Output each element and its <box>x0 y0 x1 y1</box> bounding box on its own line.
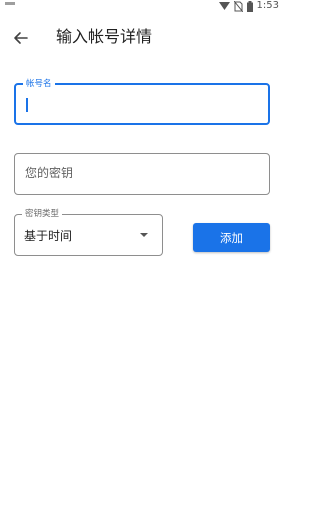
add-button[interactable]: 添加 <box>193 223 270 252</box>
battery-icon <box>246 0 253 12</box>
text-cursor <box>26 98 28 112</box>
notification-icon <box>5 2 15 5</box>
secret-key-placeholder: 您的密钥 <box>25 166 74 180</box>
page-title: 输入帐号详情 <box>56 27 153 46</box>
key-type-label: 密钥类型 <box>22 208 63 220</box>
back-arrow-icon[interactable] <box>11 28 31 48</box>
account-name-label: 帐号名 <box>23 78 55 90</box>
status-time: 1:53 <box>256 0 279 11</box>
app-bar: 输入帐号详情 <box>0 18 285 58</box>
dropdown-arrow-icon <box>140 233 148 237</box>
status-bar: 1:53 <box>0 0 285 14</box>
wifi-icon <box>218 2 230 10</box>
key-type-select[interactable]: 密钥类型 基于时间 <box>14 208 163 256</box>
secret-key-field[interactable]: 您的密钥 <box>14 153 270 195</box>
key-type-value: 基于时间 <box>24 229 73 243</box>
no-sim-icon <box>233 0 243 12</box>
account-name-field[interactable]: 帐号名 <box>14 78 270 125</box>
